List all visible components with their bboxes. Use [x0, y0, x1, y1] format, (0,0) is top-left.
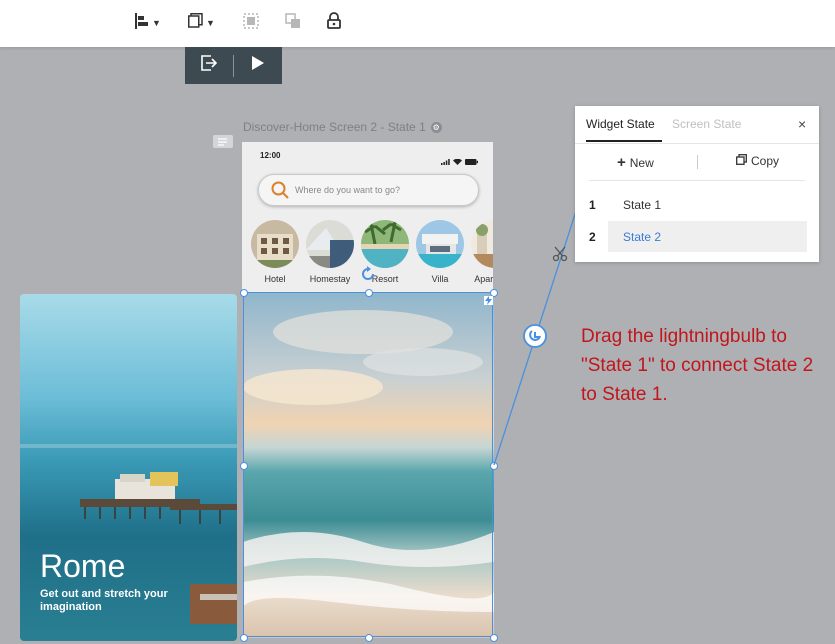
resize-handle[interactable] [240, 289, 248, 297]
category-apartment[interactable]: Apartment [471, 220, 493, 284]
exit-preview-icon [201, 55, 218, 76]
new-label: New [629, 155, 654, 170]
chevron-down-icon: ▼ [206, 18, 215, 28]
state-number: 2 [589, 230, 596, 244]
chevron-down-icon: ▼ [152, 18, 161, 28]
status-time: 12:00 [260, 151, 281, 160]
scissors-icon[interactable] [552, 246, 568, 267]
top-toolbar: ▼ ▼ [0, 0, 835, 47]
resize-handle[interactable] [240, 462, 248, 470]
state-name: State 1 [623, 198, 662, 212]
card-title: Rome [40, 548, 126, 584]
state-actions: + New Copy [589, 154, 805, 181]
play-icon [252, 56, 264, 75]
play-button[interactable] [234, 47, 282, 84]
align-icon [135, 12, 149, 34]
category-label: Homestay [309, 274, 351, 284]
lightning-icon[interactable] [484, 292, 493, 310]
apartment-image [471, 220, 493, 268]
rotate-icon[interactable] [360, 266, 376, 287]
category-homestay[interactable]: Homestay [306, 220, 354, 284]
villa-image [416, 220, 464, 268]
category-label: Villa [431, 274, 449, 284]
selection-border [243, 292, 493, 637]
signal-icon [441, 152, 450, 170]
resize-handle[interactable] [365, 634, 373, 642]
screen-title-text: Discover-Home Screen 2 - State 1 [243, 120, 426, 134]
plus-icon: + [617, 154, 626, 171]
settings-icon[interactable]: ⚙ [430, 121, 442, 133]
copy-label: Copy [751, 154, 780, 168]
ungroup-icon [285, 12, 301, 34]
state-number: 1 [589, 198, 596, 212]
lock-icon [327, 12, 341, 34]
resize-handle[interactable] [365, 289, 373, 297]
homestay-image [306, 220, 354, 268]
instruction-text: Drag the lightningbulb to "State 1" to c… [581, 326, 814, 405]
exit-preview-button[interactable] [185, 47, 233, 84]
search-input[interactable]: Where do you want to go? [258, 174, 479, 206]
tab-widget-state[interactable]: Widget State [586, 117, 655, 131]
resize-handle[interactable] [490, 462, 498, 470]
group-button[interactable] [243, 12, 259, 34]
panel-tabs: Widget State Screen State × [575, 106, 819, 144]
category-label: Apartment [474, 274, 493, 284]
resize-handle[interactable] [240, 634, 248, 642]
search-icon [271, 181, 289, 199]
card-subtitle: Get out and stretch your imagination [40, 588, 168, 613]
divider [697, 155, 698, 169]
link-icon[interactable] [523, 324, 547, 353]
new-state-button[interactable]: + New [617, 154, 654, 171]
group-icon [243, 12, 259, 34]
widget-state-panel: Widget State Screen State × + New Copy 1… [575, 106, 819, 262]
state-row-selected[interactable]: 2 State 2 [575, 221, 819, 252]
note-icon[interactable] [213, 135, 233, 148]
tab-screen-state[interactable]: Screen State [672, 117, 741, 131]
state-row[interactable]: 1 State 1 [575, 189, 819, 220]
copy-icon [736, 154, 747, 168]
close-icon[interactable]: × [798, 116, 806, 132]
active-tab-indicator [586, 140, 662, 142]
category-hotel[interactable]: Hotel [251, 220, 299, 284]
lock-button[interactable] [327, 12, 341, 34]
battery-icon [465, 152, 478, 170]
layer-icon [188, 13, 203, 33]
layer-button[interactable]: ▼ [188, 12, 215, 34]
screen-title: Discover-Home Screen 2 - State 1 ⚙ [243, 120, 442, 134]
wifi-icon [453, 152, 462, 170]
search-placeholder: Where do you want to go? [295, 185, 401, 195]
resize-handle[interactable] [490, 634, 498, 642]
copy-state-button[interactable]: Copy [736, 154, 779, 168]
align-button[interactable]: ▼ [135, 12, 161, 34]
ungroup-button[interactable] [285, 12, 301, 34]
category-label: Hotel [264, 274, 286, 284]
state-name: State 2 [623, 230, 662, 244]
category-villa[interactable]: Villa [416, 220, 464, 284]
preview-bar [185, 47, 282, 84]
hotel-image [251, 220, 299, 268]
rome-card[interactable]: Rome Get out and stretch your imaginatio… [20, 294, 237, 641]
status-icons [441, 152, 478, 170]
resort-image [361, 220, 409, 268]
